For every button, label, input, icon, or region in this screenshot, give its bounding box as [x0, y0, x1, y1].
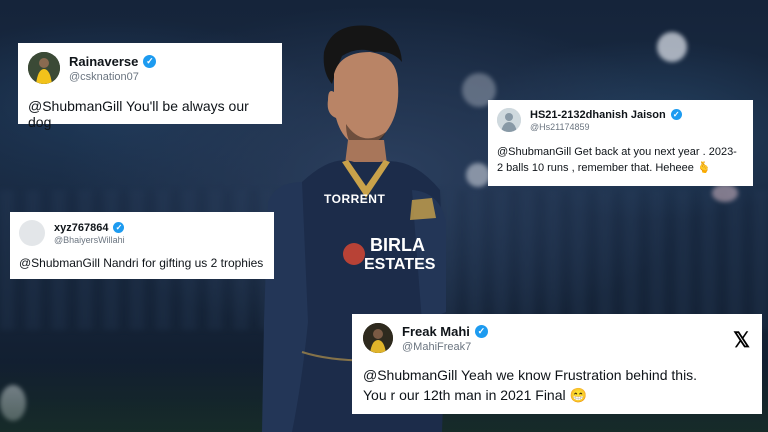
tweet-text: @ShubmanGill Yeah we know Frustration be… — [363, 367, 698, 403]
tweet-author-name[interactable]: Rainaverse — [69, 54, 138, 69]
tweet-author-handle[interactable]: @csknation07 — [69, 71, 156, 83]
fan-avatar-yellow-icon[interactable] — [28, 52, 60, 84]
tweet-text: @ShubmanGill Get back at you next year .… — [497, 146, 737, 174]
tweet-author-name[interactable]: Freak Mahi — [402, 324, 470, 339]
tweet-card[interactable]: Rainaverse ✓ @csknation07 @ShubmanGill Y… — [18, 43, 282, 130]
tweet-header: Freak Mahi ✓ @MahiFreak7 — [363, 323, 751, 353]
tweet-text: @ShubmanGill Nandri for gifting us 2 tro… — [19, 256, 264, 270]
tweet-author-handle[interactable]: @BhaiyersWillahi — [54, 235, 125, 245]
tweet-header: Rainaverse ✓ @csknation07 — [28, 52, 272, 84]
blank-avatar-icon[interactable] — [19, 220, 45, 246]
jersey-sponsor-top: TORRENT — [324, 192, 386, 206]
verified-badge-icon: ✓ — [670, 109, 682, 120]
tweet-author-name[interactable]: HS21-2132dhanish Jaison — [530, 109, 666, 121]
tweet-header: xyz767864 ✓ @BhaiyersWillahi — [19, 220, 265, 246]
tweet-text: @ShubmanGill You'll be always our dog — [28, 98, 249, 130]
verified-badge-icon: ✓ — [474, 324, 488, 338]
default-avatar-icon[interactable] — [497, 108, 521, 132]
verified-badge-icon: ✓ — [143, 54, 157, 68]
tweet-author-handle[interactable]: @Hs21174859 — [530, 122, 682, 132]
stadium-light — [657, 32, 687, 62]
tweet-author-handle[interactable]: @MahiFreak7 — [402, 341, 488, 353]
tweet-card[interactable]: HS21-2132dhanish Jaison ✓ @Hs21174859 @S… — [488, 100, 753, 186]
tweet-header: HS21-2132dhanish Jaison ✓ @Hs21174859 — [497, 108, 744, 132]
tweet-author-name[interactable]: xyz767864 — [54, 222, 108, 234]
jersey-sponsor-chest-2: ESTATES — [364, 256, 436, 273]
tweet-card[interactable]: xyz767864 ✓ @BhaiyersWillahi @ShubmanGil… — [10, 212, 274, 279]
tweet-card[interactable]: Freak Mahi ✓ @MahiFreak7 𝕏 @ShubmanGill … — [352, 314, 762, 414]
stadium-light — [466, 163, 490, 187]
jersey-sponsor-chest: BIRLA — [370, 235, 425, 255]
x-logo-icon[interactable]: 𝕏 — [733, 328, 750, 353]
dhoni-avatar-icon[interactable] — [363, 323, 393, 353]
stadium-light — [712, 184, 738, 202]
verified-badge-icon: ✓ — [113, 222, 125, 233]
